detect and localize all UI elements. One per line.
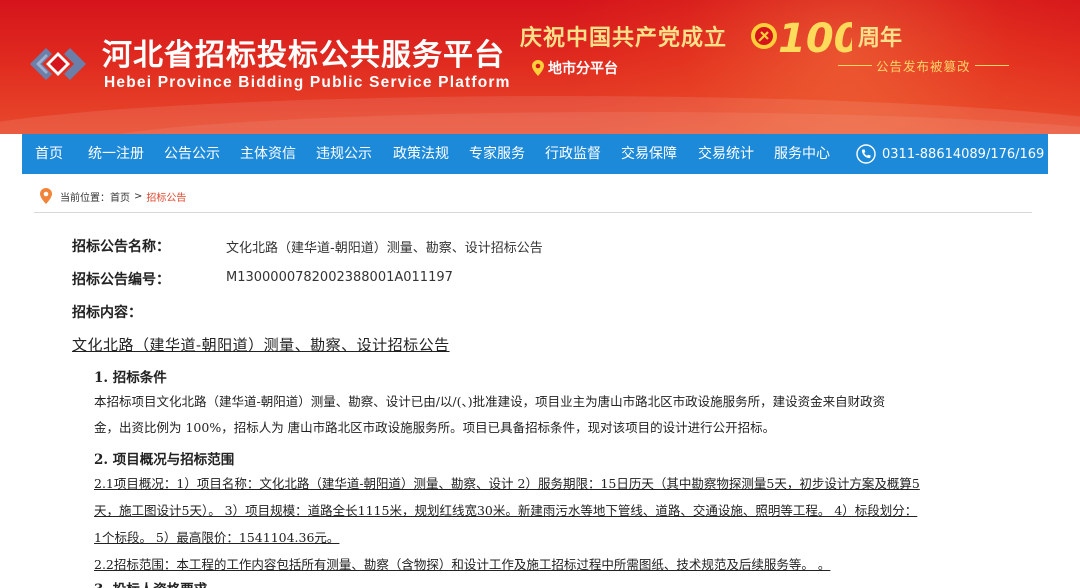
section-2-line-3: 1个标段。 5）最高限价：1541104.36元。 [94, 530, 340, 545]
notice-content-label: 招标内容： [72, 305, 142, 321]
nav-item-statistics[interactable]: 交易统计 [698, 134, 754, 174]
section-1-line-1: 本招标项目文化北路（建华道-朝阳道）测量、勘察、设计已由/以/(、)批准建设，项… [94, 394, 886, 409]
section-1-line-2: 金，出资比例为 100%，招标人为 唐山市路北区市政设施服务所。项目已具备招标条… [94, 420, 776, 435]
document-title: 文化北路（建华道-朝阳道）测量、勘察、设计招标公告 [72, 336, 450, 354]
slogan-dash-right [974, 65, 1009, 66]
nav-item-policies[interactable]: 政策法规 [393, 134, 449, 174]
hotline: 0311-88614089/176/169 [856, 134, 1044, 174]
slogan-text: 公告发布被篡改 [876, 59, 971, 74]
nav-item-supervision[interactable]: 行政监督 [545, 134, 601, 174]
nav-item-register[interactable]: 统一注册 [88, 134, 144, 174]
centenary-100-emblem: 100 [751, 16, 852, 62]
breadcrumb-divider [34, 212, 1032, 213]
nav-item-violations[interactable]: 违规公示 [316, 134, 372, 174]
anniversary-text: 周年 [858, 26, 903, 51]
section-3-heading: 3. 投标人资格要求 [94, 578, 207, 588]
slogan-dash-left [838, 65, 872, 66]
breadcrumb-separator: > [134, 190, 143, 202]
notice-name-label: 招标公告名称： [72, 239, 170, 255]
location-pin-icon [40, 188, 52, 204]
breadcrumb-prefix: 当前位置： [60, 192, 110, 204]
branch-label: 地市分平台 [548, 61, 618, 77]
location-pin-icon [532, 60, 544, 76]
section-2-line-2: 天，施工图设计5天）。 3）项目规模：道路全长1115米，规划红线宽30米。新建… [94, 503, 918, 518]
hotline-number: 0311-88614089/176/169 [882, 146, 1045, 162]
site-title: 河北省招标投标公共服务平台 [102, 38, 505, 73]
header-banner: 河北省招标投标公共服务平台 Hebei Province Bidding Pub… [0, 0, 1080, 134]
breadcrumb-current[interactable]: 招标公告 [146, 189, 186, 204]
phone-icon [856, 144, 876, 164]
nav-item-home[interactable]: 首页 [35, 134, 63, 174]
section-2-line-4: 2.2招标范围：本工程的工作内容包括所有测量、勘察（含物探）和设计工作及施工招标… [94, 557, 831, 572]
celebration-text: 庆祝中国共产党成立 [520, 26, 728, 51]
section-1-heading: 1. 招标条件 [94, 370, 167, 386]
branch-platform-link[interactable]: 地市分平台 [532, 58, 618, 78]
notice-code-label: 招标公告编号： [72, 272, 170, 288]
nav-item-service-center[interactable]: 服务中心 [774, 134, 830, 174]
section-2-line-1: 2.1项目概况：1）项目名称：文化北路（建华道-朝阳道）测量、勘察、设计 2）服… [94, 476, 920, 491]
platform-logo-icon[interactable] [24, 38, 92, 90]
slogan: 公告发布被篡改 [834, 56, 1013, 75]
notice-name-value: 文化北路（建华道-朝阳道）测量、勘察、设计招标公告 [226, 241, 543, 256]
section-2-heading: 2. 项目概况与招标范围 [94, 452, 235, 468]
nav-item-experts[interactable]: 专家服务 [469, 134, 525, 174]
nav-item-guarantee[interactable]: 交易保障 [621, 134, 677, 174]
nav-item-credit[interactable]: 主体资信 [240, 134, 296, 174]
nav-item-announcements[interactable]: 公告公示 [164, 134, 220, 174]
breadcrumb-home[interactable]: 首页 [110, 189, 130, 204]
notice-code-value: M1300000782002388001A011197 [226, 270, 453, 285]
site-subtitle: Hebei Province Bidding Public Service Pl… [104, 74, 511, 91]
breadcrumb: 当前位置： 首页 > 招标公告 [40, 188, 186, 204]
main-nav: 首页 统一注册 公告公示 主体资信 违规公示 政策法规 专家服务 行政监督 交易… [22, 134, 1048, 174]
